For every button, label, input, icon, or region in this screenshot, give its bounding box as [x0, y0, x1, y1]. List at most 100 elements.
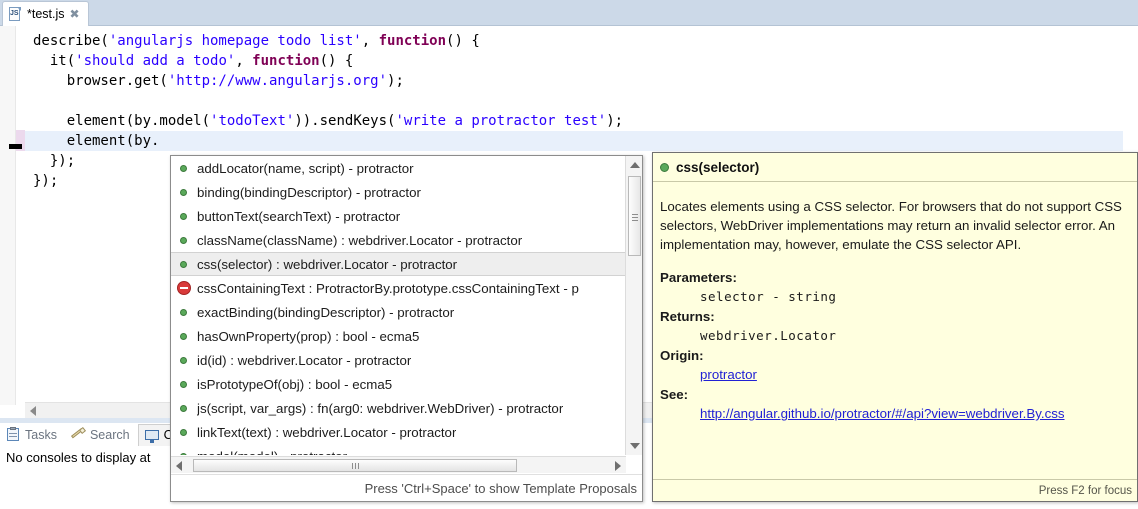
scroll-right-arrow-icon[interactable] — [615, 461, 621, 471]
console-icon — [145, 428, 160, 443]
proposal-item[interactable]: linkText(text) : webdriver.Locator - pro… — [171, 420, 626, 444]
javadoc-title: css(selector) — [676, 160, 759, 175]
code-line[interactable]: describe('angularjs homepage todo list',… — [25, 31, 1138, 51]
code-token: () { — [320, 53, 354, 69]
public-member-icon — [177, 185, 191, 199]
javadoc-origin-link[interactable]: protractor — [700, 367, 757, 382]
javadoc-see-label: See: — [660, 385, 1131, 404]
code-token: it( — [33, 53, 75, 69]
proposal-label: binding(bindingDescriptor) - protractor — [197, 185, 421, 200]
scroll-down-arrow-icon[interactable] — [630, 443, 640, 449]
code-token: () { — [446, 33, 480, 49]
focus-hint: Press F2 for focus — [1039, 485, 1132, 497]
proposal-item[interactable]: hasOwnProperty(prop) : bool - ecma5 — [171, 324, 626, 348]
code-token: )).sendKeys( — [294, 113, 395, 129]
bottom-tab-search[interactable]: Search — [65, 424, 136, 446]
proposal-item[interactable]: js(script, var_args) : fn(arg0: webdrive… — [171, 396, 626, 420]
code-token: function — [252, 53, 319, 69]
code-token: ); — [387, 73, 404, 89]
code-token: }); — [33, 153, 75, 169]
content-assist-popup[interactable]: addLocator(name, script) - protractor bin… — [170, 155, 643, 502]
public-member-icon — [177, 401, 191, 415]
code-token: , — [362, 33, 379, 49]
proposal-item[interactable]: css(selector) : webdriver.Locator - prot… — [171, 252, 626, 276]
public-member-icon — [177, 329, 191, 343]
proposal-label: hasOwnProperty(prop) : bool - ecma5 — [197, 329, 419, 344]
horizontal-scroll-thumb[interactable] — [193, 459, 517, 472]
scroll-left-arrow-icon[interactable] — [176, 461, 182, 471]
javadoc-body[interactable]: Locates elements using a CSS selector. F… — [653, 183, 1137, 478]
code-token: 'write a protractor test' — [395, 113, 606, 129]
editor-annotation-column — [16, 26, 25, 405]
javadoc-see-link[interactable]: http://angular.github.io/protractor/#/ap… — [700, 406, 1065, 421]
public-member-icon — [177, 425, 191, 439]
proposal-label: className(className) : webdriver.Locator… — [197, 233, 522, 248]
code-token: function — [379, 33, 446, 49]
editor-tab-label: *test.js — [27, 7, 65, 21]
proposal-item[interactable]: addLocator(name, script) - protractor — [171, 156, 626, 180]
proposal-label: js(script, var_args) : fn(arg0: webdrive… — [197, 401, 563, 416]
editor-gutter[interactable] — [0, 26, 16, 405]
javadoc-origin-label: Origin: — [660, 346, 1131, 365]
proposal-label: isPrototypeOf(obj) : bool - ecma5 — [197, 377, 392, 392]
code-token: 'angularjs homepage todo list' — [109, 33, 362, 49]
proposal-label: model(model) - protractor — [197, 449, 347, 456]
javadoc-parameters-value: selector - string — [660, 287, 1131, 306]
proposal-label: buttonText(searchText) - protractor — [197, 209, 400, 224]
javadoc-returns-value: webdriver.Locator — [660, 326, 1131, 345]
bottom-tab-label: Search — [90, 428, 130, 442]
public-member-icon — [177, 377, 191, 391]
scroll-up-arrow-icon[interactable] — [630, 162, 640, 168]
code-token: browser.get( — [33, 73, 168, 89]
proposal-list-vertical-scrollbar[interactable] — [625, 156, 642, 455]
public-member-icon — [177, 233, 191, 247]
code-token: 'should add a todo' — [75, 53, 235, 69]
code-token: describe( — [33, 33, 109, 49]
code-line[interactable]: it('should add a todo', function() { — [25, 51, 1138, 71]
proposal-label: css(selector) : webdriver.Locator - prot… — [197, 257, 457, 272]
code-token: element(by. — [33, 133, 159, 149]
code-line[interactable] — [25, 91, 1138, 111]
scroll-left-arrow-icon[interactable] — [30, 406, 36, 416]
javadoc-header: css(selector) — [653, 153, 1137, 182]
proposal-label: linkText(text) : webdriver.Locator - pro… — [197, 425, 456, 440]
proposal-label: id(id) : webdriver.Locator - protractor — [197, 353, 411, 368]
caret-line-marker — [9, 144, 22, 149]
bottom-tab-tasks[interactable]: Tasks — [0, 424, 63, 446]
vertical-scroll-thumb[interactable] — [628, 176, 641, 256]
code-token: 'todoText' — [210, 113, 294, 129]
deny-member-icon — [177, 281, 191, 295]
public-member-icon — [177, 353, 191, 367]
javadoc-returns-label: Returns: — [660, 307, 1131, 326]
public-member-icon — [177, 257, 191, 271]
bottom-tab-label: Tasks — [25, 428, 57, 442]
proposal-item[interactable]: model(model) - protractor — [171, 444, 626, 455]
close-icon[interactable]: ✖ — [70, 8, 80, 20]
code-token: 'http://www.angularjs.org' — [168, 73, 387, 89]
public-member-icon — [177, 209, 191, 223]
search-icon — [71, 427, 86, 442]
code-line[interactable]: element(by.model('todoText')).sendKeys('… — [25, 111, 1138, 131]
public-member-icon — [177, 305, 191, 319]
code-token: , — [235, 53, 252, 69]
proposal-item[interactable]: binding(bindingDescriptor) - protractor — [171, 180, 626, 204]
code-token: }); — [33, 173, 58, 189]
code-line[interactable]: browser.get('http://www.angularjs.org'); — [25, 71, 1138, 91]
code-line[interactable]: element(by. — [25, 131, 1123, 151]
javadoc-status-bar: Press F2 for focus — [653, 479, 1137, 501]
template-proposals-hint: Press 'Ctrl+Space' to show Template Prop… — [365, 481, 637, 496]
editor-tab-bar: JS *test.js ✖ — [0, 0, 1138, 26]
proposal-item[interactable]: id(id) : webdriver.Locator - protractor — [171, 348, 626, 372]
proposal-list-horizontal-scrollbar[interactable] — [171, 456, 626, 473]
proposal-item[interactable]: buttonText(searchText) - protractor — [171, 204, 626, 228]
editor-tab-test-js[interactable]: JS *test.js ✖ — [2, 1, 89, 26]
proposal-item[interactable]: exactBinding(bindingDescriptor) - protra… — [171, 300, 626, 324]
proposal-item[interactable]: isPrototypeOf(obj) : bool - ecma5 — [171, 372, 626, 396]
javadoc-popup[interactable]: css(selector) Locates elements using a C… — [652, 152, 1138, 502]
public-member-icon — [660, 163, 669, 172]
proposal-list[interactable]: addLocator(name, script) - protractor bin… — [171, 156, 626, 455]
public-member-icon — [177, 449, 191, 455]
tasks-icon — [6, 427, 21, 442]
proposal-item[interactable]: className(className) : webdriver.Locator… — [171, 228, 626, 252]
proposal-item[interactable]: cssContainingText : ProtractorBy.prototy… — [171, 276, 626, 300]
